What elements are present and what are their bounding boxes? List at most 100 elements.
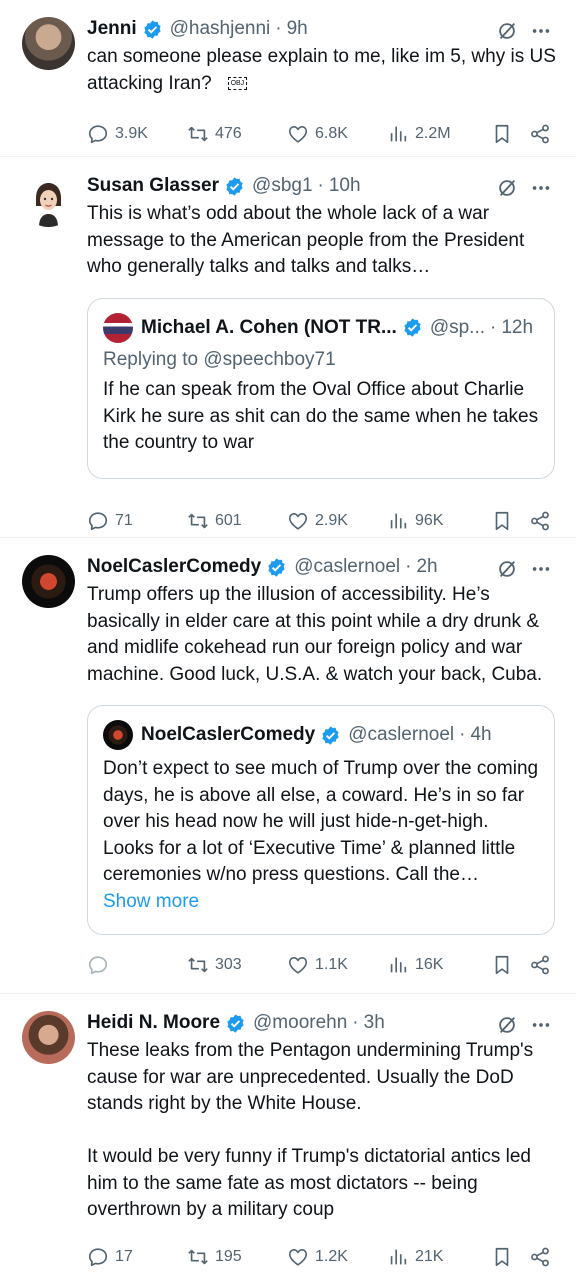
tweet-text: Trump offers up the illusion of accessib… [87,584,543,685]
timestamp[interactable]: 10h [329,175,361,197]
quote-header: Michael A. Cohen (NOT TR... @sp... · 12h [103,312,539,343]
author-name[interactable]: Heidi N. Moore [87,1012,220,1034]
timestamp[interactable]: 3h [364,1012,385,1034]
tweet[interactable]: NoelCaslerComedy @caslernoel · 2h Trump … [0,538,576,994]
reply-count: 3.9K [115,125,148,142]
separator-dot: · [405,556,412,577]
quoted-tweet[interactable]: NoelCaslerComedy @caslernoel · 4h Don’t … [87,705,555,935]
share-icon [531,124,549,144]
quoted-tweet[interactable]: Michael A. Cohen (NOT TR... @sp... · 12h… [87,297,555,479]
more-icon[interactable] [530,1014,552,1036]
repost-button[interactable]: 303 [187,954,242,976]
tweet-text: can someone please explain to me, like i… [87,44,556,97]
share-button[interactable] [529,510,551,532]
grok-icon[interactable] [496,177,518,199]
show-more-link[interactable]: Show more [103,889,539,916]
views-button[interactable]: 16K [387,954,443,976]
avatar[interactable] [22,17,75,70]
like-button[interactable]: 2.9K [287,510,348,532]
tweet-header: Susan Glasser @sbg1 · 10h [87,171,556,201]
avatar[interactable] [22,555,75,608]
tweet-header: NoelCaslerComedy @caslernoel · 2h [87,552,556,582]
repost-button[interactable]: 476 [187,123,242,145]
reply-button[interactable]: 3.9K [87,123,148,145]
author-name[interactable]: Jenni [87,18,137,40]
like-count: 2.9K [315,511,348,529]
grok-icon[interactable] [496,1014,518,1036]
views-button[interactable]: 96K [387,510,443,532]
views-icon [390,1249,407,1264]
reply-icon [88,125,108,144]
more-icon[interactable] [530,20,552,42]
repost-count: 601 [215,511,242,529]
views-icon [390,957,407,973]
like-count: 1.2K [315,1247,348,1265]
verified-badge-icon [404,318,421,337]
avatar[interactable] [22,1011,75,1064]
like-button[interactable]: 1.2K [287,1246,348,1268]
timestamp[interactable]: 9h [287,18,308,40]
reply-button[interactable] [87,954,115,976]
author-handle[interactable]: @hashjenni [170,18,271,40]
grok-icon[interactable] [496,20,518,42]
tweet[interactable]: Heidi N. Moore @moorehn · 3h These leaks… [0,994,576,1280]
tweet[interactable]: Jenni @hashjenni · 9h can someone please… [0,0,576,157]
quote-avatar [103,312,133,343]
quote-author-name: Michael A. Cohen (NOT TR... [141,316,397,338]
repost-button[interactable]: 601 [187,510,242,532]
tweet-text-content: can someone please explain to me, like i… [87,46,556,94]
separator-dot: · [275,18,282,39]
replying-to: Replying to @speechboy71 [103,348,336,370]
views-button[interactable]: 21K [387,1246,443,1268]
author-handle[interactable]: @moorehn [253,1012,347,1034]
views-count: 21K [415,1247,444,1265]
timestamp[interactable]: 2h [416,556,437,578]
views-icon [390,513,407,528]
verified-badge-icon [268,557,285,577]
reply-button[interactable]: 17 [87,1246,133,1268]
reply-button[interactable]: 71 [87,510,133,532]
tweet-text: These leaks from the Pentagon underminin… [87,1040,534,1220]
author-handle[interactable]: @caslernoel [294,556,400,578]
tweet[interactable]: Susan Glasser @sbg1 · 10h This is what’s… [0,157,576,538]
repost-button[interactable]: 195 [187,1246,242,1268]
like-icon [288,126,308,143]
repost-count: 303 [215,956,242,973]
views-count: 96K [415,511,444,529]
author-handle[interactable]: @sbg1 [252,175,313,197]
share-button[interactable] [529,1246,551,1268]
bookmark-icon [495,1247,509,1266]
grok-icon[interactable] [496,558,518,580]
quote-author-name: NoelCaslerComedy [141,724,316,745]
like-button[interactable]: 1.1K [287,954,348,976]
like-button[interactable]: 6.8K [287,123,348,145]
avatar-illustration [36,183,61,227]
views-icon [390,126,407,142]
bookmark-button[interactable] [491,954,513,976]
bookmark-button[interactable] [491,123,513,145]
quote-avatar [103,720,133,750]
bookmark-button[interactable] [491,510,513,532]
like-icon [288,512,308,530]
tweet-header: Heidi N. Moore @moorehn · 3h [87,1008,556,1038]
bookmark-button[interactable] [491,1246,513,1268]
more-icon[interactable] [530,177,552,199]
separator-dot: · [459,724,466,745]
author-name[interactable]: Susan Glasser [87,175,219,197]
more-icon[interactable] [530,558,552,580]
repost-icon [188,1249,208,1264]
like-icon [288,1248,308,1266]
avatar[interactable] [22,174,75,227]
views-button[interactable]: 2.2M [387,123,451,145]
quote-author-handle: @caslernoel [348,724,455,745]
share-button[interactable] [529,123,551,145]
share-button[interactable] [529,954,551,976]
tweet-header: Jenni @hashjenni · 9h [87,14,556,44]
repost-count: 476 [215,125,242,142]
share-icon [531,955,549,975]
author-name[interactable]: NoelCaslerComedy [87,556,261,578]
reply-count: 71 [115,511,133,529]
repost-icon [188,957,208,973]
quote-header: NoelCaslerComedy @caslernoel · 4h [103,720,539,750]
timeline-feed: Jenni @hashjenni · 9h can someone please… [0,0,576,1280]
